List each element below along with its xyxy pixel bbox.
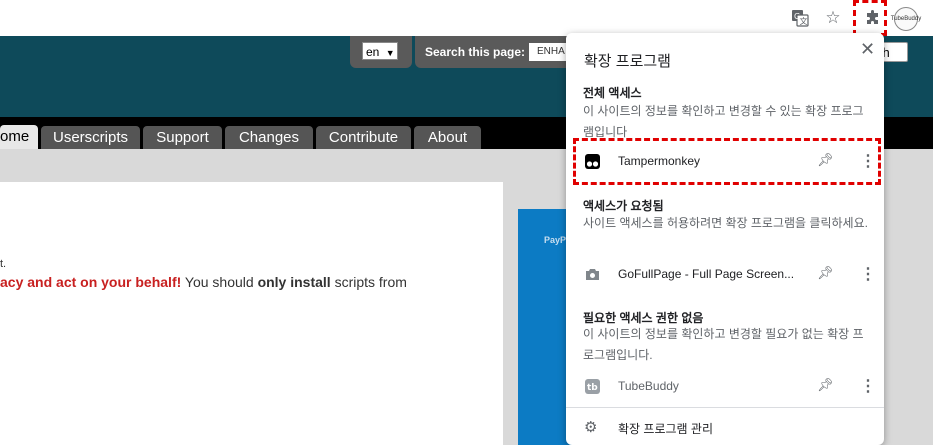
paypal-text: PayP [544, 235, 567, 245]
gear-icon: ⚙ [584, 419, 598, 436]
tab-support[interactable]: Support [143, 126, 222, 149]
tab-userscripts[interactable]: Userscripts [41, 126, 140, 149]
translate-icon[interactable]: G文 [788, 6, 812, 30]
browser-toolbar: G文 ☆ TubeBuddy [0, 0, 933, 37]
popup-divider [566, 407, 884, 408]
language-value: en [366, 45, 380, 59]
extensions-button-highlight [853, 0, 887, 36]
pin-icon[interactable]: 📌︎ [817, 377, 834, 393]
chevron-down-icon: ▼ [385, 48, 395, 58]
body-text: acy and act on your behalf! You should o… [0, 274, 407, 290]
partial-text: t. [0, 258, 7, 270]
no-access-description: 이 사이트의 정보를 확인하고 변경할 필요가 없는 확장 프로그램입니다. [583, 327, 864, 362]
manage-extensions-row[interactable]: ⚙ 확장 프로그램 관리 [566, 417, 884, 441]
more-vert-icon[interactable]: ⋮ [860, 376, 876, 396]
more-vert-icon[interactable]: ⋮ [860, 264, 876, 284]
warning-text: acy and act on your behalf! [0, 274, 182, 290]
tab-contribute[interactable]: Contribute [316, 126, 411, 149]
svg-text:文: 文 [800, 16, 808, 26]
tab-home[interactable]: ome [0, 125, 38, 149]
extension-row-gofullpage[interactable]: GoFullPage - Full Page Screen... 📌︎ ⋮ [566, 262, 884, 288]
camera-icon [584, 266, 600, 282]
language-box: en ▼ [350, 36, 412, 68]
tampermonkey-highlight [573, 138, 881, 185]
star-icon[interactable]: ☆ [821, 6, 845, 30]
search-box: Search this page: ENHA [415, 36, 579, 68]
full-access-description: 이 사이트의 정보를 확인하고 변경할 수 있는 확장 프로그램입니다 [583, 104, 864, 139]
requested-description: 사이트 액세스를 허용하려면 확장 프로그램을 클릭하세요. [583, 216, 868, 230]
close-icon[interactable]: ✕ [860, 39, 875, 60]
content-panel [0, 182, 503, 445]
extension-name: TubeBuddy [618, 379, 679, 393]
profile-avatar[interactable]: TubeBuddy [891, 7, 921, 31]
extension-name: GoFullPage - Full Page Screen... [618, 267, 795, 281]
language-select[interactable]: en ▼ [362, 42, 398, 60]
extension-row-tubebuddy[interactable]: tb TubeBuddy 📌︎ ⋮ [566, 374, 884, 400]
tubebuddy-icon: tb [584, 378, 600, 394]
manage-extensions-label: 확장 프로그램 관리 [618, 422, 713, 436]
body-text-2: scripts from [330, 274, 407, 290]
tab-about[interactable]: About [414, 126, 481, 149]
search-label: Search this page: [425, 45, 526, 59]
strong-text: only install [257, 274, 331, 290]
body-text-1: You should [181, 274, 258, 290]
svg-text:tb: tb [587, 383, 598, 393]
popup-title: 확장 프로그램 [584, 53, 671, 70]
pin-icon[interactable]: 📌︎ [817, 265, 834, 281]
tab-changes[interactable]: Changes [225, 126, 313, 149]
full-access-heading: 전체 액세스 [583, 86, 642, 100]
requested-heading: 액세스가 요청됨 [583, 199, 664, 213]
extensions-popup: 확장 프로그램 ✕ 전체 액세스 이 사이트의 정보를 확인하고 변경할 수 있… [566, 33, 884, 445]
